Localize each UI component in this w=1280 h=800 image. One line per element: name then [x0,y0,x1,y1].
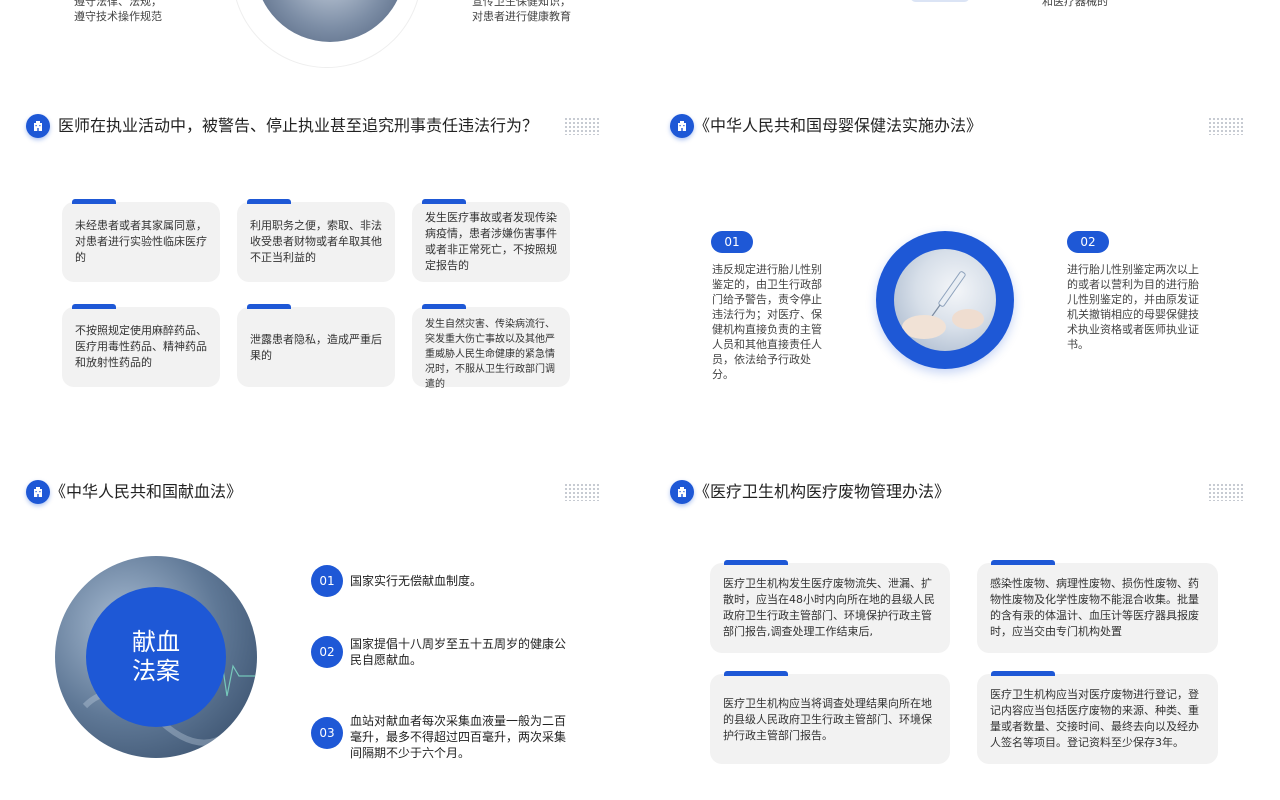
blood-circle-label: 献血 法案 [86,587,226,727]
section-title-waste: 《医疗卫生机构医疗废物管理办法》 [694,482,951,501]
dot-grid-icon [564,483,600,501]
waste-text: 医疗卫生机构应当将调查处理结果向所在地的县级人民政府卫生行政主管部门、环境保护行… [723,697,932,742]
waste-card: 医疗卫生机构应当对医疗废物进行登记，登记内容应当包括医疗废物的来源、种类、重量或… [977,671,1218,764]
violation-card: 利用职务之便，索取、非法收受患者财物或者牟取其他不正当利益的 [237,199,395,282]
blood-item-number: 01 [311,565,343,597]
dot-grid-icon [564,117,600,135]
waste-text: 医疗卫生机构发生医疗废物流失、泄漏、扩散时，应当在48小时内向所在地的县级人民政… [723,577,935,638]
waste-text: 感染性废物、病理性废物、损伤性废物、药物性废物及化学性废物不能混合收集。批量的含… [990,577,1199,638]
violation-card: 发生医疗事故或者发现传染病疫情，患者涉嫌伤害事件或者非正常死亡，不按照规定报告的 [412,199,570,282]
blood-item-number: 03 [311,717,343,749]
violation-text: 发生自然灾害、传染病流行、突发重大伤亡事故以及其他严重威胁人民生命健康的紧急情况… [425,319,555,390]
waste-text: 医疗卫生机构应当对医疗废物进行登记，登记内容应当包括医疗废物的来源、种类、重量或… [990,688,1199,749]
top-left-text: 遵守法律、法规， 遵守技术操作规范 [74,0,162,23]
violation-text: 不按照规定使用麻醉药品、医疗用毒性药品、精神药品和放射性药品的 [75,324,207,369]
badge-01: 01 [711,231,753,253]
dot-grid-icon [1208,117,1244,135]
violation-text: 泄露患者隐私，造成严重后果的 [250,333,382,362]
maternal-text-2: 进行胎儿性别鉴定两次以上的或者以营利为目的进行胎儿性别鉴定的，并由原发证机关撤销… [1067,263,1199,351]
section-building-icon [670,480,694,504]
violation-card: 发生自然灾害、传染病流行、突发重大伤亡事故以及其他严重威胁人民生命健康的紧急情况… [412,304,570,390]
blood-item-text: 国家实行无偿献血制度。 [350,574,483,588]
violation-card: 不按照规定使用麻醉药品、医疗用毒性药品、精神药品和放射性药品的 [62,304,220,387]
section-building-icon [26,114,50,138]
violation-card: 泄露患者隐私，造成严重后果的 [237,304,395,387]
violation-card: 未经患者或者其家属同意，对患者进行实验性临床医疗的 [62,199,220,282]
blood-item-number: 02 [311,636,343,668]
maternal-text-1: 违反规定进行胎儿性别鉴定的，由卫生行政部门给予警告，责令停止违法行为；对医疗、保… [712,263,822,381]
section-title-violations: 医师在执业活动中，被警告、停止执业甚至追究刑事责任违法行为？ [58,116,539,135]
dot-grid-icon [1208,483,1244,501]
waste-card: 感染性废物、病理性废物、损伤性废物、药物性废物及化学性废物不能混合收集。批量的含… [977,560,1218,653]
violation-text: 发生医疗事故或者发现传染病疫情，患者涉嫌伤害事件或者非正常死亡，不按照规定报告的 [425,211,557,272]
section-title-blood: 《中华人民共和国献血法》 [50,482,243,501]
waste-card: 医疗卫生机构发生医疗废物流失、泄漏、扩散时，应当在48小时内向所在地的县级人民政… [710,560,950,653]
top-right-circle-edge [910,0,970,2]
badge-02: 02 [1067,231,1109,253]
blood-item-text: 血站对献血者每次采集血液量一般为二百毫升，最多不得超过四百毫升，两次采集间隔期不… [350,714,567,760]
section-title-maternal: 《中华人民共和国母婴保健法实施办法》 [694,116,983,135]
waste-card: 医疗卫生机构应当将调查处理结果向所在地的县级人民政府卫生行政主管部门、环境保护行… [710,671,950,764]
top-middle-text: 宣传卫生保健知识， 对患者进行健康教育 [472,0,571,23]
violation-text: 未经患者或者其家属同意，对患者进行实验性临床医疗的 [75,219,207,264]
section-building-icon [670,114,694,138]
vaccine-photo-image [894,249,996,351]
blood-item-text: 国家提倡十八周岁至五十五周岁的健康公民自愿献血。 [350,637,567,667]
top-right-text: 和医疗器械的 [1042,0,1108,8]
violation-text: 利用职务之便，索取、非法收受患者财物或者牟取其他不正当利益的 [250,219,382,264]
section-building-icon [26,480,50,504]
